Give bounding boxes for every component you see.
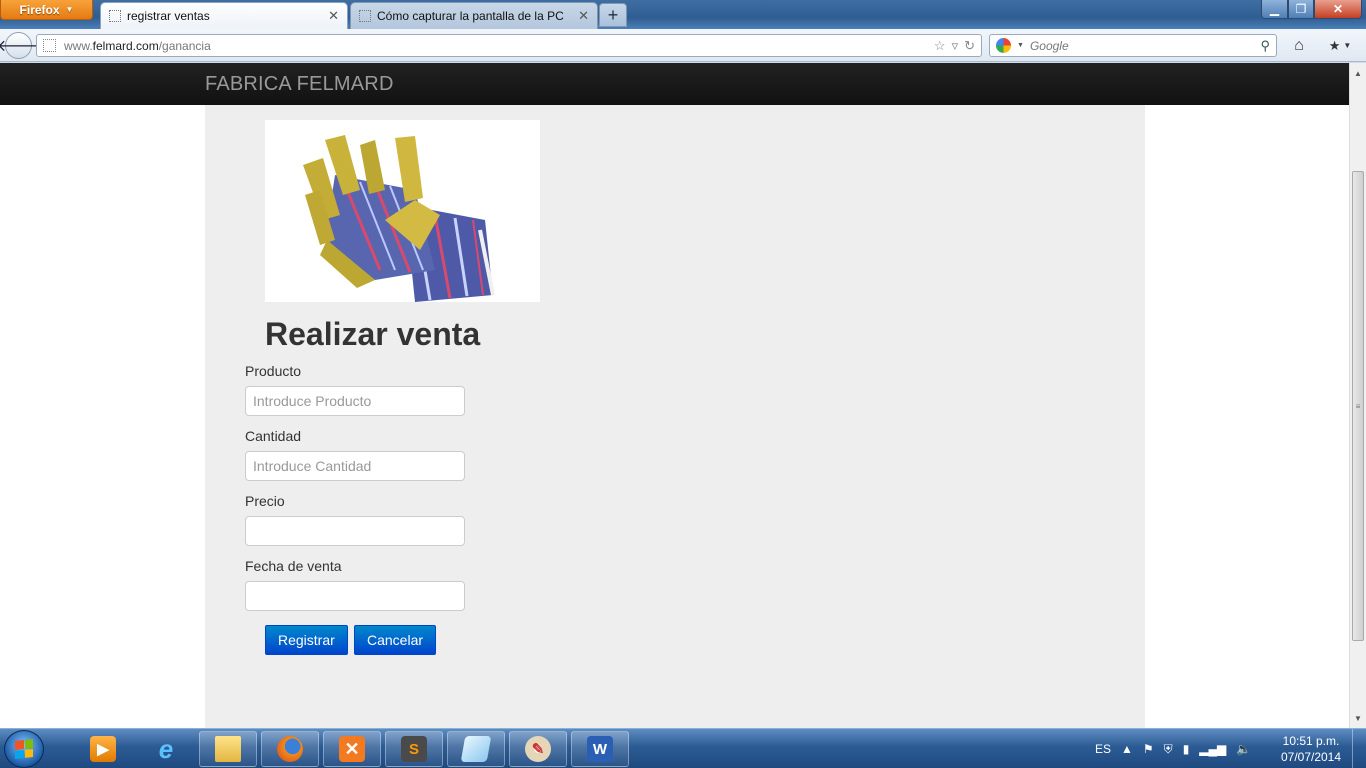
search-bar[interactable]: ▼ Google ⚲ xyxy=(989,34,1277,57)
volume-icon[interactable]: 🔈 xyxy=(1236,742,1251,756)
network-icon[interactable]: ▂▄▆ xyxy=(1199,742,1226,756)
show-desktop-button[interactable] xyxy=(1352,729,1366,768)
scroll-up-icon[interactable]: ▲ xyxy=(1350,65,1366,81)
chevron-up-icon[interactable]: ▲ xyxy=(1121,742,1133,756)
page-icon xyxy=(359,10,371,22)
tab-title: registrar ventas xyxy=(127,9,210,23)
precio-input[interactable] xyxy=(245,516,465,546)
word-icon: W xyxy=(587,736,613,762)
firefox-menu-button[interactable]: Firefox ▼ xyxy=(0,0,93,20)
tab-registrar-ventas[interactable]: registrar ventas ✕ xyxy=(100,2,348,29)
maximize-button[interactable]: ❐ xyxy=(1288,0,1314,19)
close-icon[interactable]: ✕ xyxy=(328,8,339,24)
close-icon[interactable]: ✕ xyxy=(578,8,589,24)
chevron-down-icon[interactable]: ▼ xyxy=(1017,42,1024,49)
xampp-icon: ✕ xyxy=(339,736,365,762)
chevron-down-icon: ▼ xyxy=(65,5,74,14)
battery-icon[interactable]: ▮ xyxy=(1183,742,1190,756)
minimize-button[interactable]: ▁ xyxy=(1261,0,1288,19)
taskbar-media-player[interactable]: ▶ xyxy=(74,731,132,767)
chevron-down-icon: ▼ xyxy=(1343,41,1352,50)
form-group-fecha: Fecha de venta xyxy=(245,558,465,611)
history-dropdown-icon[interactable]: ▿ xyxy=(952,38,959,54)
taskbar-firefox[interactable] xyxy=(261,731,319,767)
taskbar-paint[interactable]: ✎ xyxy=(509,731,567,767)
paint-icon: ✎ xyxy=(525,736,551,762)
scroll-down-icon[interactable]: ▼ xyxy=(1350,710,1366,726)
fecha-label: Fecha de venta xyxy=(245,558,342,574)
taskbar-clock[interactable]: 10:51 p.m. 07/07/2014 xyxy=(1276,733,1346,765)
vertical-scrollbar[interactable]: ▲ ≡ ▼ xyxy=(1349,63,1366,728)
main-container: Realizar venta Producto Cantidad Precio … xyxy=(205,105,1145,728)
page-title: Realizar venta xyxy=(265,316,481,352)
star-icon[interactable]: ☆ xyxy=(934,38,946,54)
registrar-button[interactable]: Registrar xyxy=(265,625,348,655)
home-button[interactable]: ⌂ xyxy=(1285,34,1313,57)
brand-link[interactable]: FABRICA FELMARD xyxy=(205,73,394,96)
url-domain: felmard.com xyxy=(92,38,159,53)
producto-input[interactable] xyxy=(245,386,465,416)
site-identity-icon[interactable] xyxy=(43,39,56,52)
start-button[interactable] xyxy=(4,730,44,768)
page-icon xyxy=(109,10,121,22)
clock-time: 10:51 p.m. xyxy=(1282,734,1340,748)
scroll-thumb[interactable]: ≡ xyxy=(1352,171,1364,641)
windows-taskbar: ▶ e ✕ S ✎ W ES ▲ ⚑ ⛨ ▮ ▂▄▆ 🔈 10:51 p.m. … xyxy=(0,728,1366,768)
taskbar-sublime-text[interactable]: S xyxy=(385,731,443,767)
media-player-icon: ▶ xyxy=(90,736,116,762)
bookmarks-icon: ★ xyxy=(1328,37,1341,53)
google-icon[interactable] xyxy=(996,38,1011,53)
navigation-toolbar: 🡐 www.felmard.com/ganancia ☆ ▿ ↻ ▼ Googl… xyxy=(0,29,1366,62)
form-group-cantidad: Cantidad xyxy=(245,428,465,481)
reload-icon[interactable]: ↻ xyxy=(964,38,975,54)
form-group-producto: Producto xyxy=(245,363,465,416)
fecha-input[interactable] xyxy=(245,581,465,611)
firefox-icon xyxy=(277,736,303,762)
taskbar-notepad[interactable] xyxy=(447,731,505,767)
file-explorer-icon xyxy=(215,736,241,762)
arrow-left-icon: 🡐 xyxy=(0,38,40,55)
url-actions: ☆ ▿ ↻ xyxy=(934,38,975,54)
browser-tab-strip: Firefox ▼ registrar ventas ✕ Cómo captur… xyxy=(0,0,1366,29)
url-path: /ganancia xyxy=(158,38,211,53)
taskbar-word[interactable]: W xyxy=(571,731,629,767)
home-icon: ⌂ xyxy=(1294,36,1304,54)
back-button[interactable]: 🡐 xyxy=(0,32,40,59)
close-window-button[interactable]: ✕ xyxy=(1314,0,1362,19)
clock-date: 07/07/2014 xyxy=(1280,750,1342,764)
site-navbar: FABRICA FELMARD xyxy=(0,63,1349,105)
firefox-menu-label: Firefox xyxy=(19,2,60,17)
new-tab-button[interactable]: + xyxy=(599,3,627,27)
work-glove-illustration xyxy=(303,135,495,302)
action-center-icon[interactable]: ⚑ xyxy=(1143,742,1154,756)
taskbar-xampp[interactable]: ✕ xyxy=(323,731,381,767)
glove-product-image xyxy=(265,120,540,302)
notepad-icon xyxy=(460,736,492,762)
address-bar[interactable]: www.felmard.com/ganancia ☆ ▿ ↻ xyxy=(36,34,982,57)
tab-title: Cómo capturar la pantalla de la PC xyxy=(377,9,564,23)
cantidad-label: Cantidad xyxy=(245,428,302,444)
form-group-precio: Precio xyxy=(245,493,465,546)
security-shield-icon[interactable]: ⛨ xyxy=(1164,742,1173,757)
taskbar-internet-explorer[interactable]: e xyxy=(137,731,195,767)
url-text[interactable]: www.felmard.com/ganancia xyxy=(64,39,926,53)
precio-label: Precio xyxy=(245,493,285,509)
taskbar-file-explorer[interactable] xyxy=(199,731,257,767)
language-indicator[interactable]: ES xyxy=(1095,742,1111,756)
cantidad-input[interactable] xyxy=(245,451,465,481)
url-prefix: www. xyxy=(64,38,93,53)
bookmarks-button[interactable]: ★ ▼ xyxy=(1320,34,1360,57)
internet-explorer-icon: e xyxy=(158,733,174,764)
search-input[interactable]: Google xyxy=(1030,39,1255,53)
tab-como-capturar[interactable]: Cómo capturar la pantalla de la PC ✕ xyxy=(350,2,598,29)
producto-label: Producto xyxy=(245,363,302,379)
page-viewport: FABRICA FELMARD Realizar venta Producto … xyxy=(0,63,1349,728)
windows-logo-icon xyxy=(15,739,33,759)
system-tray: ES ▲ ⚑ ⛨ ▮ ▂▄▆ 🔈 xyxy=(1095,729,1251,768)
search-icon[interactable]: ⚲ xyxy=(1260,38,1270,54)
cancelar-button[interactable]: Cancelar xyxy=(354,625,437,655)
sublime-text-icon: S xyxy=(401,736,427,762)
